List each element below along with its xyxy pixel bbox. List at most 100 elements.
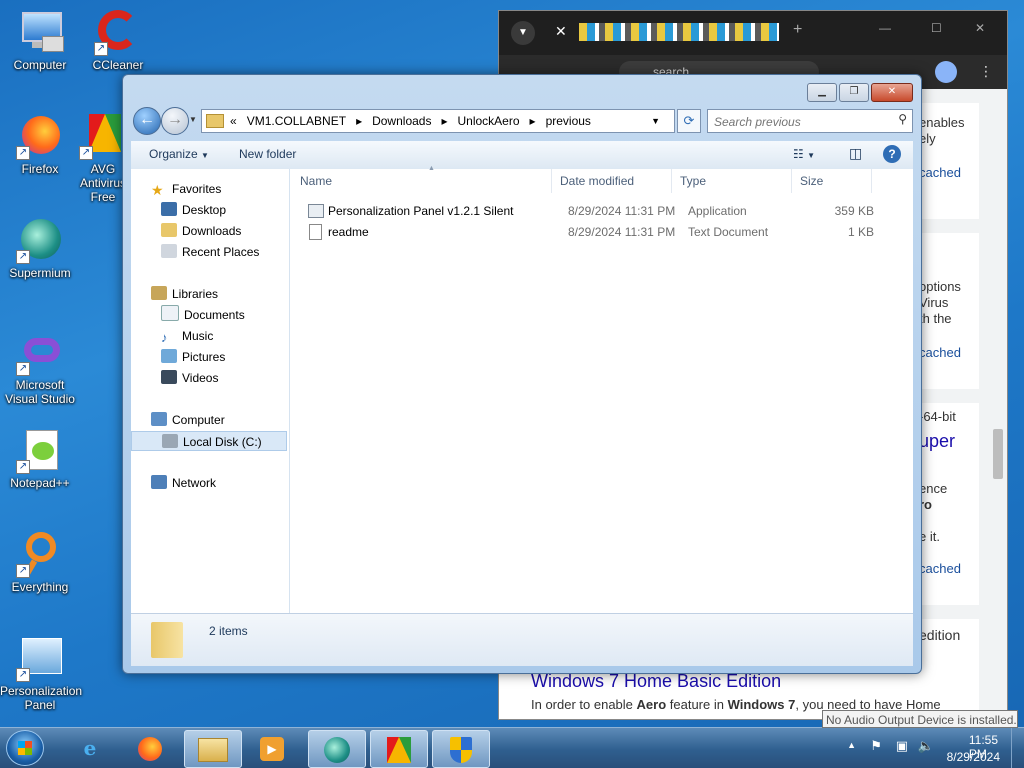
desktop-icon-notepadpp[interactable]: ↗ Notepad++ — [0, 426, 80, 490]
notepadpp-icon: ↗ — [16, 426, 64, 474]
refresh-button[interactable]: ⟳ — [677, 109, 701, 133]
nav-local-disk[interactable]: Local Disk (C:) — [131, 431, 287, 451]
organize-button[interactable]: Organize ▼ — [149, 147, 209, 161]
menu-kebab-icon[interactable]: ⋮ — [979, 63, 993, 80]
close-button[interactable]: ✕ — [871, 83, 913, 102]
explorer-window[interactable]: ▁ ❐ ✕ ← → ▼ « VM1.COLLABNET ▸ Downloads ▸ … — [122, 74, 922, 674]
breadcrumb-item-previous[interactable]: previous — [546, 114, 591, 128]
search-icon[interactable]: ⚲ — [898, 112, 907, 126]
taskbar-firefox[interactable] — [122, 730, 178, 766]
videos-icon — [161, 370, 177, 384]
minimize-button[interactable]: ▁ — [807, 83, 837, 102]
desktop-icon-computer[interactable]: Computer — [0, 8, 80, 72]
minimize-button[interactable]: — — [879, 21, 891, 35]
show-hidden-icons-icon[interactable]: ▲ — [847, 740, 856, 750]
desktop-icon-avg[interactable]: ↗ AVG Antivirus Free — [78, 112, 128, 204]
nav-libraries[interactable]: Libraries — [151, 284, 218, 304]
file-name: readme — [328, 225, 369, 239]
nav-music[interactable]: ♪ Music — [161, 326, 213, 346]
computer-icon — [151, 412, 167, 426]
column-header-size[interactable]: Size — [792, 169, 872, 193]
shortcut-arrow-icon: ↗ — [16, 460, 30, 474]
clock-date[interactable]: 8/29/2024 — [947, 750, 1000, 764]
flag-icon[interactable]: ⚑ — [870, 738, 882, 754]
personalization-panel-icon: ↗ — [16, 634, 64, 682]
tab-search-button[interactable]: ▼ — [511, 21, 535, 45]
column-header-date[interactable]: Date modified — [552, 169, 672, 193]
desktop-icon-label: Personalization Panel — [0, 684, 83, 712]
snippet-text: Virus — [919, 295, 949, 310]
result-title-link[interactable]: Windows 7 Home Basic Edition — [531, 671, 781, 692]
nav-pictures[interactable]: Pictures — [161, 347, 225, 367]
shortcut-arrow-icon: ↗ — [94, 42, 108, 56]
back-button[interactable]: ← — [133, 107, 161, 135]
desktop-icon-everything[interactable]: ↗ Everything — [0, 530, 80, 594]
avg-icon — [387, 736, 411, 763]
preview-pane-button[interactable]: ◫ — [849, 145, 862, 162]
result-title-fragment[interactable]: uper — [919, 432, 955, 450]
address-dropdown-icon[interactable]: ▼ — [651, 116, 660, 126]
visual-studio-icon: ↗ — [16, 328, 64, 376]
desktop-icon-label: Firefox — [21, 162, 59, 176]
shortcut-arrow-icon: ↗ — [16, 250, 30, 264]
close-button[interactable]: ✕ — [975, 21, 985, 35]
nav-network[interactable]: Network — [151, 473, 216, 493]
new-tab-button[interactable]: + — [793, 21, 802, 39]
chevron-right-icon[interactable]: ▸ — [530, 114, 536, 128]
desktop-icon-firefox[interactable]: ↗ Firefox — [0, 112, 80, 176]
caption-buttons: ▁ ❐ ✕ — [805, 83, 913, 102]
show-desktop-button[interactable] — [1011, 728, 1024, 768]
taskbar-avg[interactable] — [370, 730, 428, 768]
help-icon[interactable]: ? — [883, 145, 901, 163]
start-button[interactable] — [6, 730, 44, 766]
profile-avatar[interactable] — [935, 61, 957, 83]
cached-link[interactable]: cached — [919, 561, 961, 577]
change-view-button[interactable]: ☷ ▼ — [793, 147, 815, 161]
tab-strip-icons[interactable] — [579, 23, 779, 41]
desktop-icon-personalization-panel[interactable]: ↗ Personalization Panel — [0, 634, 83, 712]
search-box[interactable]: ⚲ — [707, 109, 913, 133]
taskbar-uac[interactable] — [432, 730, 490, 768]
recent-pages-dropdown[interactable]: ▼ — [189, 115, 197, 124]
file-row[interactable]: readme 8/29/2024 11:31 PM Text Document … — [290, 222, 890, 242]
desktop-icon-visual-studio[interactable]: ↗ Microsoft Visual Studio — [0, 328, 80, 406]
cached-link[interactable]: cached — [919, 165, 961, 181]
speaker-muted-icon[interactable]: 🔈 — [918, 738, 934, 754]
address-bar[interactable]: « VM1.COLLABNET ▸ Downloads ▸ UnlockAero ▸ … — [201, 109, 675, 133]
nav-recent-places[interactable]: Recent Places — [161, 242, 259, 262]
documents-icon — [161, 305, 179, 321]
page-scrollbar[interactable] — [993, 429, 1003, 479]
taskbar-explorer[interactable] — [184, 730, 242, 768]
taskbar: e ▶ ▲ ⚑ ▣ 🔈 11:55 PM 8/29/2024 — [0, 727, 1024, 768]
nav-computer[interactable]: Computer — [151, 410, 225, 430]
breadcrumb-overflow[interactable]: « — [230, 114, 237, 128]
taskbar-media-player[interactable]: ▶ — [244, 730, 300, 766]
breadcrumb-item-unlockaero[interactable]: UnlockAero — [458, 114, 520, 128]
new-folder-button[interactable]: New folder — [239, 147, 296, 161]
column-header-type[interactable]: Type — [672, 169, 792, 193]
cached-link[interactable]: cached — [919, 345, 961, 361]
column-header-name[interactable]: Name — [292, 169, 552, 193]
desktop-icon-ccleaner[interactable]: ↗ CCleaner — [78, 8, 158, 72]
desktop-icon-label: Notepad++ — [10, 476, 70, 490]
breadcrumb-item-vm1[interactable]: VM1.COLLABNET — [247, 114, 346, 128]
taskbar-supermium[interactable] — [308, 730, 366, 768]
nav-documents[interactable]: Documents — [161, 305, 245, 325]
nav-videos[interactable]: Videos — [161, 368, 218, 388]
tab-close-icon[interactable]: ✕ — [555, 23, 567, 40]
search-input[interactable] — [712, 112, 886, 132]
taskbar-ie[interactable]: e — [62, 730, 118, 766]
breadcrumb-item-downloads[interactable]: Downloads — [372, 114, 431, 128]
file-row[interactable]: Personalization Panel v1.2.1 Silent 8/29… — [290, 201, 890, 221]
recent-places-icon — [161, 244, 177, 258]
desktop-icon-supermium[interactable]: ↗ Supermium — [0, 216, 80, 280]
nav-favorites[interactable]: ★ Favorites — [151, 179, 221, 199]
chevron-right-icon[interactable]: ▸ — [356, 114, 362, 128]
maximize-button[interactable]: ❐ — [839, 83, 869, 102]
network-tray-icon[interactable]: ▣ — [896, 738, 908, 754]
nav-downloads[interactable]: Downloads — [161, 221, 241, 241]
chevron-right-icon[interactable]: ▸ — [441, 114, 447, 128]
maximize-button[interactable]: ☐ — [931, 21, 942, 35]
forward-button[interactable]: → — [161, 107, 189, 135]
nav-desktop[interactable]: Desktop — [161, 200, 226, 220]
